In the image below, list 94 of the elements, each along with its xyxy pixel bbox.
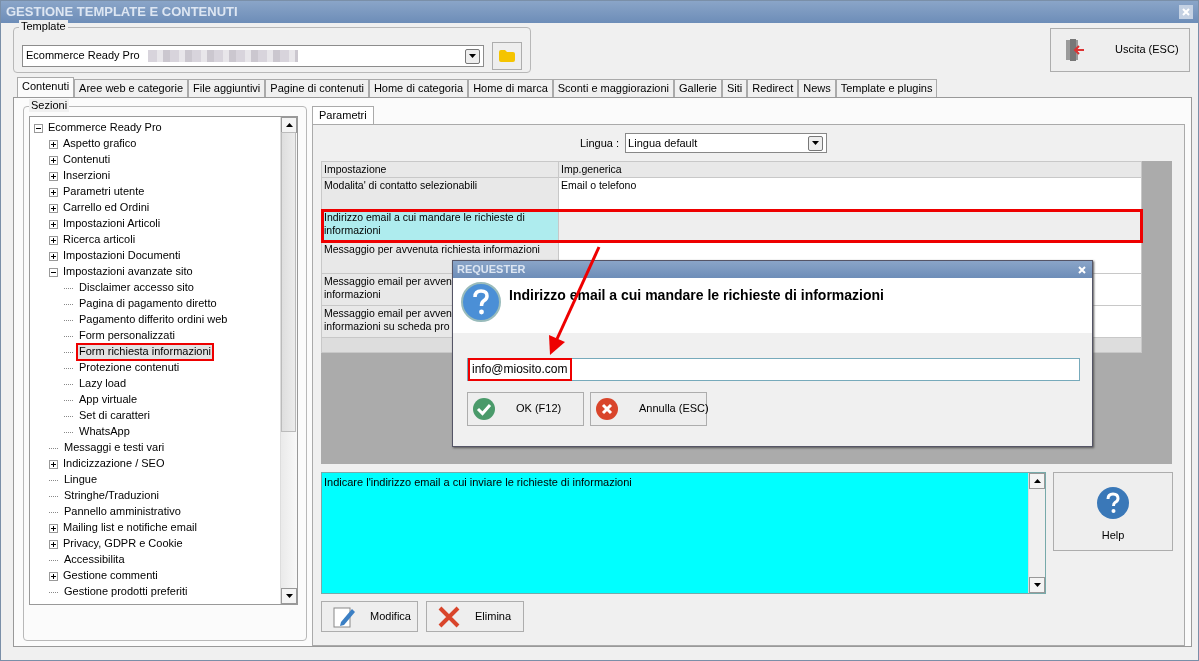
tab[interactable]: Pagine di contenuti: [265, 79, 369, 97]
description-box[interactable]: Indicare l'indirizzo email a cui inviare le richieste di informazioni: [321, 472, 1046, 595]
column-header: Imp.generica: [558, 161, 1142, 178]
tab[interactable]: Redirect: [747, 79, 799, 97]
expand-icon[interactable]: [49, 203, 58, 213]
tree-item[interactable]: Contenuti: [60, 151, 114, 169]
tree-item[interactable]: Stringhe/Traduzioni: [61, 487, 162, 505]
close-button[interactable]: [1076, 263, 1088, 276]
tab[interactable]: Siti: [721, 79, 748, 97]
caret-icon: [812, 141, 820, 146]
tree-item[interactable]: Impostazioni avanzate sito: [60, 263, 196, 281]
expand-icon[interactable]: [49, 251, 58, 261]
tree-item[interactable]: Impostazioni Documenti: [60, 247, 184, 265]
caret-icon: [469, 54, 477, 58]
ok-button[interactable]: OK (F12): [467, 392, 584, 426]
tab[interactable]: News: [798, 79, 836, 97]
question-icon: [461, 282, 501, 322]
email-input[interactable]: info@miosito.com: [467, 358, 1080, 381]
help-icon: [1097, 487, 1129, 520]
tree-item[interactable]: Impostazioni Articoli: [60, 215, 164, 233]
column-header: Impostazione: [321, 161, 559, 178]
tree-item[interactable]: Lingue: [61, 471, 101, 489]
tree-item[interactable]: App virtuale: [76, 391, 141, 409]
tree-item[interactable]: Aspetto grafico: [60, 135, 140, 153]
tab[interactable]: Aree web e categorie: [74, 79, 189, 97]
tab[interactable]: Sconti e maggiorazioni: [552, 79, 675, 97]
group-label: Sezioni: [29, 99, 70, 113]
tree-item[interactable]: Set di caratteri: [76, 407, 153, 425]
scroll-up-icon: [285, 123, 293, 127]
tab[interactable]: Home di marca: [468, 79, 553, 97]
edit-icon: [332, 604, 356, 629]
tab[interactable]: Parametri: [312, 106, 374, 125]
tree-item[interactable]: Gestione prodotti preferiti: [61, 583, 191, 601]
scrollbar[interactable]: [280, 117, 297, 604]
expand-icon[interactable]: [49, 187, 58, 197]
cancel-icon: [595, 397, 619, 421]
table-cell: Indirizzo email a cui mandare le richieste di informazioni: [321, 209, 559, 242]
tree-item[interactable]: Accessibilita: [61, 551, 128, 569]
window-title: GESTIONE TEMPLATE E CONTENUTI: [6, 4, 238, 20]
expand-icon[interactable]: [49, 459, 58, 469]
tree-item[interactable]: Lazy load: [76, 375, 130, 393]
expand-icon[interactable]: [49, 571, 58, 581]
tab[interactable]: Home di categoria: [368, 79, 469, 97]
collapse-icon[interactable]: [34, 123, 43, 133]
delete-button[interactable]: Elimina: [426, 601, 524, 633]
tree-item[interactable]: Pannello amministrativo: [61, 503, 184, 521]
expand-icon[interactable]: [49, 219, 58, 229]
tree-item[interactable]: Protezione contenuti: [76, 359, 183, 377]
tree-item[interactable]: Messaggi e testi vari: [61, 439, 168, 457]
tab[interactable]: File aggiuntivi: [188, 79, 266, 97]
tree-item[interactable]: Indicizzazione / SEO: [60, 455, 168, 473]
close-icon: [1078, 265, 1086, 274]
expand-icon[interactable]: [49, 171, 58, 181]
expand-icon[interactable]: [49, 523, 58, 533]
scroll-up-icon: [1033, 479, 1041, 484]
tree-item[interactable]: Form personalizzati: [76, 327, 178, 345]
help-button[interactable]: Help: [1053, 472, 1173, 552]
tab[interactable]: Gallerie: [674, 79, 722, 97]
scroll-down-icon: [1033, 583, 1041, 588]
template-dropdown[interactable]: Ecommerce Ready Pro: [22, 45, 485, 67]
tab[interactable]: Contenuti: [17, 77, 75, 97]
tree-item[interactable]: Pagina di pagamento diretto: [76, 295, 220, 313]
exit-button[interactable]: Uscita (ESC): [1050, 28, 1190, 72]
exit-door-icon: [1065, 38, 1085, 62]
tree-item[interactable]: Inserzioni: [60, 167, 114, 185]
tab[interactable]: Template e plugins: [835, 79, 938, 97]
cancel-button[interactable]: Annulla (ESC): [590, 392, 707, 426]
tree-item[interactable]: Gestione commenti: [60, 567, 161, 585]
field-label: Lingua :: [579, 136, 620, 150]
table-cell: Modalita' di contatto selezionabili: [321, 177, 559, 210]
tree-item[interactable]: Form richiesta informazioni: [76, 343, 215, 361]
tree-item[interactable]: Disclaimer accesso sito: [76, 279, 197, 297]
expand-icon[interactable]: [49, 235, 58, 245]
tree-item[interactable]: Parametri utente: [60, 183, 148, 201]
delete-icon: [437, 604, 461, 629]
scroll-down-icon: [285, 594, 293, 598]
tree-item[interactable]: Carrello ed Ordini: [60, 199, 153, 217]
expand-icon[interactable]: [49, 139, 58, 149]
folder-icon: [499, 50, 516, 62]
tree-item[interactable]: Privacy, GDPR e Cookie: [60, 535, 186, 553]
group-label: Template: [19, 20, 68, 34]
collapse-icon[interactable]: [49, 267, 58, 277]
tree-item[interactable]: Ricerca articoli: [60, 231, 139, 249]
table-cell: Email o telefono: [558, 177, 1142, 210]
check-icon: [472, 397, 496, 421]
expand-icon[interactable]: [49, 539, 58, 549]
expand-icon[interactable]: [49, 155, 58, 165]
edit-button[interactable]: Modifica: [321, 601, 418, 633]
close-icon: [1182, 8, 1190, 16]
tree-item[interactable]: Ecommerce Ready Pro: [45, 119, 165, 137]
tree-item[interactable]: Pagamento differito ordini web: [76, 311, 231, 329]
tree-item[interactable]: Mailing list e notifiche email: [60, 519, 200, 537]
tree-item[interactable]: WhatsApp: [76, 423, 133, 441]
language-dropdown[interactable]: Lingua default: [625, 133, 828, 154]
